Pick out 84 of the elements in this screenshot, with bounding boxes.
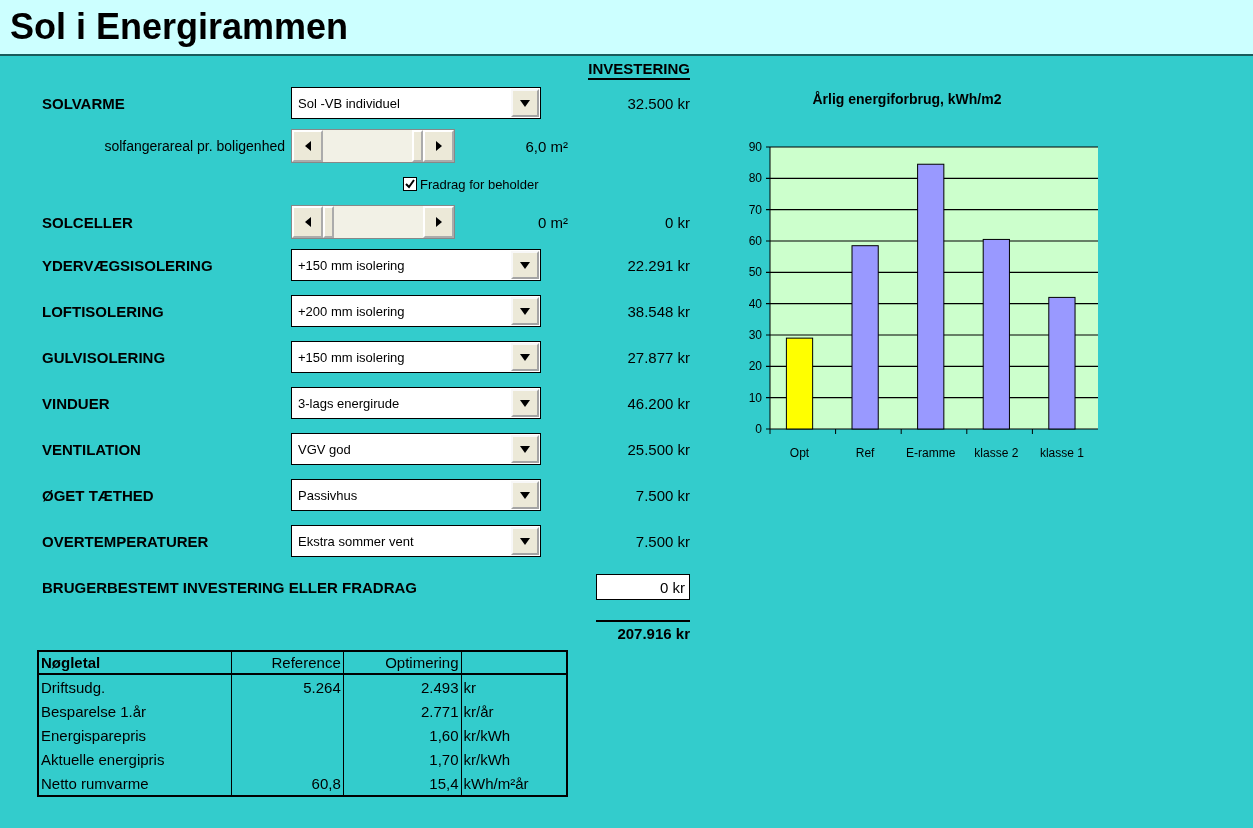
- caret-icon: [519, 351, 531, 363]
- slider-thumb[interactable]: [323, 206, 334, 238]
- field-label: LOFTISOLERING: [42, 301, 165, 322]
- table-cell: 2.771: [343, 699, 461, 723]
- column-heading: INVESTERING: [588, 60, 690, 80]
- axis-category-label: Opt: [789, 446, 810, 460]
- table-cell: 2.493: [343, 674, 461, 699]
- table-cell: 1,70: [343, 747, 461, 771]
- axis-tick-label: 20: [748, 359, 762, 374]
- table-cell: Aktuelle energipris: [38, 747, 232, 771]
- dropdown[interactable]: +200 mm isolering: [291, 295, 541, 327]
- dropdown[interactable]: Passivhus: [291, 479, 541, 511]
- table-cell: 60,8: [231, 771, 344, 796]
- axis-tick-label: 40: [748, 296, 762, 311]
- table-header-cell: Optimering: [343, 651, 461, 674]
- investment-amount: 25.500 kr: [627, 440, 690, 458]
- area-reading: 0 m²: [538, 213, 568, 231]
- dropdown[interactable]: VGV god: [291, 433, 541, 465]
- dropdown[interactable]: Ekstra sommer vent: [291, 525, 541, 557]
- axis-tick-label: 80: [748, 171, 762, 186]
- axis-tick-label: 90: [748, 140, 762, 154]
- axis-tick-label: 0: [755, 422, 762, 436]
- chart-title: Årlig energiforbrug, kWh/m2: [812, 91, 1002, 107]
- table-cell: kr/kWh: [461, 747, 567, 771]
- axis-tick-label: 60: [748, 234, 762, 248]
- caret-icon: [519, 259, 531, 271]
- checkbox-label: Fradrag for beholder: [420, 176, 539, 192]
- table-cell: Energisparepris: [38, 723, 232, 747]
- table-cell: Netto rumvarme: [38, 771, 232, 796]
- table-cell: 15,4: [343, 771, 461, 796]
- table-cell: Driftsudg.: [38, 674, 232, 699]
- table-cell: kWh/m²år: [461, 771, 567, 796]
- axis-category-label: E-ramme: [906, 446, 956, 460]
- page-title: Sol i Energirammen: [10, 6, 349, 48]
- caret-icon: [519, 535, 531, 547]
- axis-tick-label: 70: [748, 202, 762, 217]
- table-cell: 5.264: [231, 674, 344, 699]
- caret-icon: [519, 443, 531, 455]
- table-cell: kr: [461, 674, 567, 699]
- dropdown[interactable]: 3-lags energirude: [291, 387, 541, 419]
- table-header-cell: Reference: [231, 651, 344, 674]
- investment-amount: 46.200 kr: [627, 394, 690, 412]
- investment-amount: 7.500 kr: [635, 486, 690, 504]
- scroll-slider[interactable]: [291, 205, 455, 239]
- caret-icon: [519, 397, 531, 409]
- slider-thumb[interactable]: [412, 130, 423, 162]
- investment-amount: 22.291 kr: [627, 256, 690, 274]
- table-cell: Besparelse 1.år: [38, 699, 232, 723]
- field-label: SOLCELLER: [42, 212, 134, 233]
- area-reading: 6,0 m²: [525, 137, 568, 155]
- axis-category-label: Ref: [855, 446, 875, 460]
- field-label: SOLVARME: [42, 93, 126, 114]
- investment-amount: 0 kr: [665, 213, 690, 231]
- investment-amount: 7.500 kr: [635, 532, 690, 550]
- scroll-slider[interactable]: [291, 129, 455, 163]
- dropdown[interactable]: +150 mm isolering: [291, 249, 541, 281]
- total-amount: 207.916 kr: [596, 620, 690, 642]
- investment-amount: 32.500 kr: [627, 94, 690, 112]
- table-cell: kr/år: [461, 699, 567, 723]
- table-header-cell: Nøgletal: [38, 651, 232, 674]
- dropdown[interactable]: +150 mm isolering: [291, 341, 541, 373]
- field-label: VENTILATION: [42, 439, 142, 460]
- investment-amount: 27.877 kr: [627, 348, 690, 366]
- field-label: solfangerareal pr. boligenhed: [103, 137, 286, 156]
- axis-category-label: klasse 1: [1039, 446, 1084, 460]
- field-label: GULVISOLERING: [42, 347, 167, 368]
- investment-amount: 38.548 kr: [627, 302, 690, 320]
- dropdown[interactable]: Sol -VB individuel: [291, 87, 541, 119]
- axis-tick-label: 50: [748, 265, 762, 280]
- axis-tick-label: 30: [748, 328, 762, 342]
- caret-icon: [519, 489, 531, 501]
- table-cell: 1,60: [343, 723, 461, 747]
- checkbox[interactable]: [403, 177, 417, 191]
- field-label: OVERTEMPERATURER: [42, 531, 210, 552]
- field-label: ØGET TÆTHED: [42, 485, 155, 506]
- axis-category-label: klasse 2: [974, 446, 1019, 460]
- input-field[interactable]: 0 kr: [596, 574, 690, 600]
- field-label: VINDUER: [42, 393, 111, 414]
- table-cell: kr/kWh: [461, 723, 567, 747]
- field-label: YDERVÆGSISOLERING: [42, 255, 214, 276]
- caret-icon: [519, 305, 531, 317]
- axis-tick-label: 10: [748, 390, 762, 405]
- caret-icon: [519, 97, 531, 109]
- field-label: BRUGERBESTEMT INVESTERING ELLER FRADRAG: [42, 577, 418, 598]
